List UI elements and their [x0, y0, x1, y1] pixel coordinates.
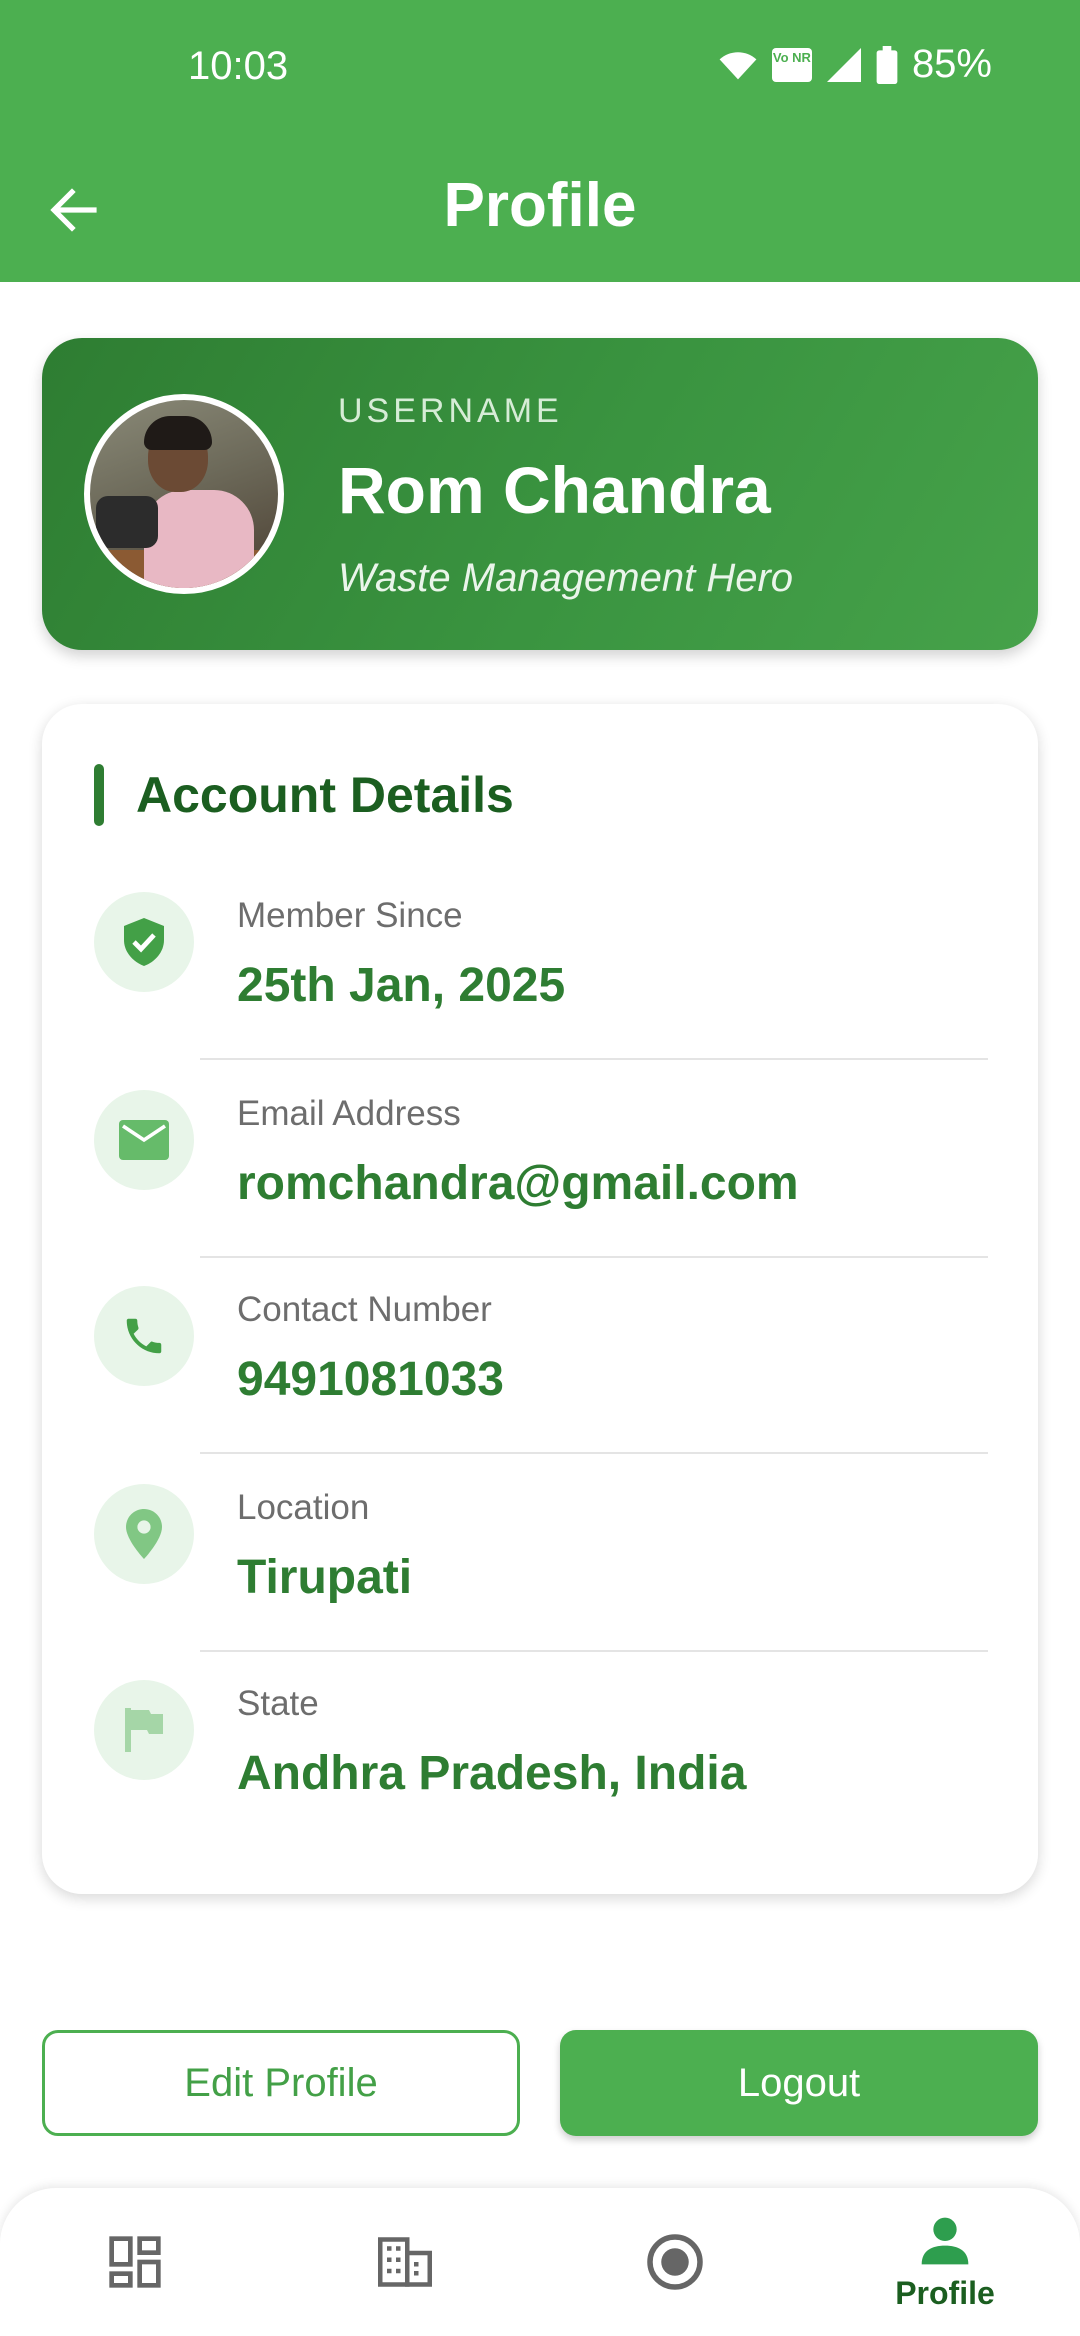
app-header: 10:03 Vo NR 85% Profile [0, 0, 1080, 282]
detail-row-member-since: Member Since 25th Jan, 2025 [42, 892, 1038, 1088]
record-icon [647, 2234, 703, 2290]
nav-item-buildings[interactable] [315, 2188, 495, 2336]
detail-value: 9491081033 [237, 1353, 504, 1406]
nav-item-profile[interactable]: Profile [855, 2188, 1035, 2336]
person-icon [921, 2217, 969, 2264]
signal-icon [826, 47, 861, 82]
dashboard-icon [109, 2236, 161, 2288]
detail-label: Email Address [237, 1094, 461, 1133]
detail-row-state: State Andhra Pradesh, India [42, 1680, 1038, 1876]
battery-percent: 85% [911, 42, 992, 86]
volte-icon: Vo NR [771, 47, 812, 82]
nav-label-profile: Profile [895, 2274, 995, 2311]
building-icon [378, 2237, 432, 2287]
detail-value: Andhra Pradesh, India [237, 1747, 747, 1800]
icon-badge [94, 1484, 194, 1584]
page-title: Profile [443, 171, 637, 240]
nav-item-dashboard[interactable] [45, 2188, 225, 2336]
detail-row-contact: Contact Number 9491081033 [42, 1286, 1038, 1482]
detail-label: Member Since [237, 896, 463, 935]
divider [200, 1058, 988, 1060]
account-details-card: Account Details Member Since 25th Jan, 2… [42, 704, 1038, 1894]
detail-value: 25th Jan, 2025 [237, 959, 566, 1012]
logout-button[interactable]: Logout [560, 2030, 1038, 2136]
battery-icon [876, 45, 898, 84]
username: Rom Chandra [338, 453, 771, 527]
divider [200, 1256, 988, 1258]
section-accent-bar [94, 764, 104, 826]
icon-badge [94, 1286, 194, 1386]
detail-label: Contact Number [237, 1290, 492, 1329]
nav-item-record[interactable] [585, 2188, 765, 2336]
status-time: 10:03 [188, 44, 289, 88]
icon-badge [94, 1090, 194, 1190]
detail-value: romchandra@gmail.com [237, 1157, 799, 1210]
detail-value: Tirupati [237, 1551, 413, 1604]
username-caption: USERNAME [338, 392, 563, 430]
status-icons: Vo NR 85% [718, 42, 992, 87]
user-tagline: Waste Management Hero [338, 556, 794, 600]
wifi-icon [719, 51, 757, 79]
detail-label: State [237, 1684, 319, 1723]
mail-icon [119, 1120, 169, 1160]
location-pin-icon [126, 1509, 162, 1559]
avatar[interactable] [84, 394, 284, 594]
edit-profile-button[interactable]: Edit Profile [42, 2030, 520, 2136]
bottom-nav: Profile [0, 2188, 1080, 2336]
detail-row-location: Location Tirupati [42, 1484, 1038, 1680]
divider [200, 1650, 988, 1652]
shield-check-icon [124, 918, 164, 966]
detail-label: Location [237, 1488, 370, 1527]
flag-icon [125, 1708, 163, 1752]
phone-icon [126, 1318, 162, 1354]
icon-badge [94, 1680, 194, 1780]
divider [200, 1452, 988, 1454]
section-title: Account Details [136, 767, 514, 823]
icon-badge [94, 892, 194, 992]
detail-row-email: Email Address romchandra@gmail.com [42, 1090, 1038, 1286]
